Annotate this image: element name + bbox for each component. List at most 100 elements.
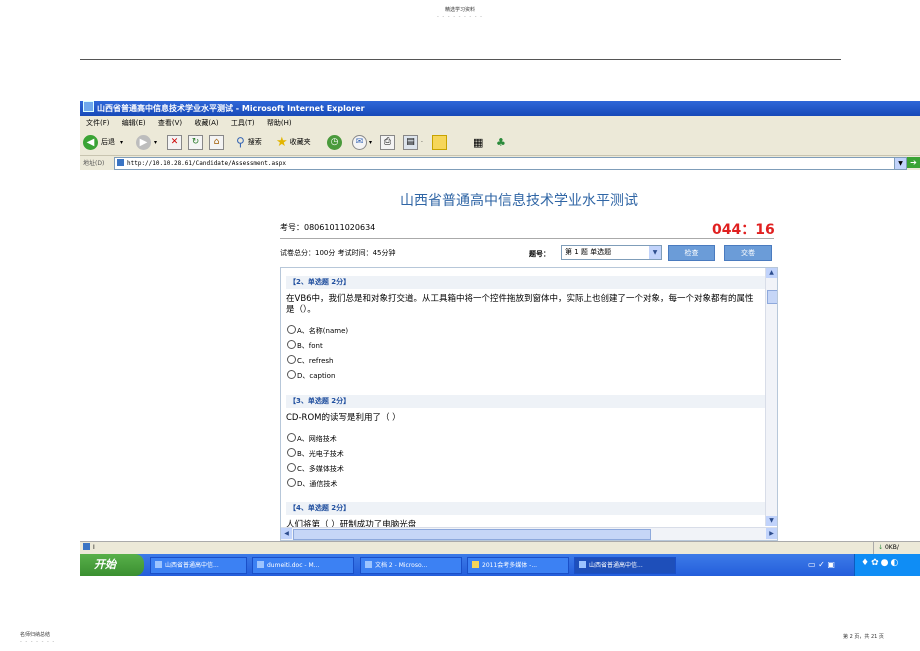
search-button[interactable]: ⚲ 搜索 xyxy=(236,134,262,150)
check-button[interactable]: 检查 xyxy=(668,245,715,261)
doc-header: 精选学习资料 - - - - - - - - - xyxy=(0,7,920,21)
refresh-icon: ↻ xyxy=(188,134,203,150)
home-button[interactable]: ⌂ xyxy=(209,134,224,150)
menu-help[interactable]: 帮助(H) xyxy=(267,119,292,127)
chevron-down-icon: ▼ xyxy=(898,160,903,167)
option-d[interactable]: D、通信技术 xyxy=(287,478,337,489)
radio-button[interactable] xyxy=(287,463,296,472)
forward-dropdown-icon[interactable]: ▾ xyxy=(154,139,157,146)
taskbar-label: 山西省普通高中信... xyxy=(589,562,643,569)
edit-dropdown-icon[interactable]: · xyxy=(421,139,423,146)
option-d[interactable]: D、caption xyxy=(287,370,335,381)
option-b[interactable]: B、font xyxy=(287,340,323,351)
question-header: 【2、单选题 2分】 xyxy=(286,276,767,289)
submit-button[interactable]: 交卷 xyxy=(724,245,772,261)
option-label: A、名称(name) xyxy=(297,327,349,335)
option-a[interactable]: A、名称(name) xyxy=(287,325,348,336)
quicklaunch-icons[interactable]: ▭ ✓ ▣ xyxy=(808,560,835,569)
back-button[interactable]: ◀ 后退 ▾ xyxy=(83,134,123,150)
messenger-icon: ♣ xyxy=(496,135,506,149)
question-select[interactable]: 第 1 题 单选题 ▼ xyxy=(561,245,662,260)
exam-info: 试卷总分：100分 考试时间：45分钟 xyxy=(280,249,396,257)
question-panel: 【2、单选题 2分】 在VB6中，我们总是和对象打交道。从工具箱中将一个控件拖放… xyxy=(280,267,778,541)
option-b[interactable]: B、光电子技术 xyxy=(287,448,344,459)
menu-favorites[interactable]: 收藏(A) xyxy=(194,119,218,127)
favorites-button[interactable]: ★ 收藏夹 xyxy=(276,134,311,150)
stop-button[interactable]: ✕ xyxy=(167,134,182,150)
address-label: 地址(D) xyxy=(83,160,105,167)
messenger-button[interactable]: ♣ xyxy=(496,134,506,150)
folder-button[interactable] xyxy=(432,134,447,150)
taskbar-label: 2011会考多媒体 -... xyxy=(482,562,538,569)
radio-button[interactable] xyxy=(287,448,296,457)
folder-icon xyxy=(472,561,479,568)
option-c[interactable]: C、多媒体技术 xyxy=(287,463,344,474)
research-button[interactable]: ▦ xyxy=(473,134,483,150)
taskbar-item[interactable]: 文档 2 - Microso... xyxy=(360,557,462,574)
taskbar-item[interactable]: 山西省普通高中信... xyxy=(574,557,676,574)
mail-dropdown-icon[interactable]: ▾ xyxy=(369,139,372,146)
menu-file[interactable]: 文件(F) xyxy=(86,119,110,127)
radio-button[interactable] xyxy=(287,478,296,487)
radio-button[interactable] xyxy=(287,325,296,334)
ie-window: 山西省普通高中信息技术学业水平测试 - Microsoft Internet E… xyxy=(80,101,920,576)
radio-button[interactable] xyxy=(287,355,296,364)
forward-button[interactable]: ▶ ▾ xyxy=(136,134,157,150)
scroll-right-icon[interactable]: ▶ xyxy=(766,528,777,539)
radio-button[interactable] xyxy=(287,433,296,442)
edit-button[interactable]: ▤ · xyxy=(403,134,423,150)
taskbar-item[interactable]: dumeiti.doc - M... xyxy=(252,557,354,574)
question-text: CD-ROM的读写是利用了（ ） xyxy=(286,413,401,423)
option-a[interactable]: A、网络技术 xyxy=(287,433,337,444)
ie-icon xyxy=(579,561,586,568)
address-input[interactable]: http://10.10.28.61/Candidate/Assessment.… xyxy=(114,157,895,170)
radio-button[interactable] xyxy=(287,370,296,379)
word-icon xyxy=(365,561,372,568)
forward-arrow-icon: ▶ xyxy=(136,134,151,150)
menu-edit[interactable]: 编辑(E) xyxy=(122,119,146,127)
status-text: Ⅰ xyxy=(93,544,95,551)
countdown-timer: 044：16 xyxy=(712,222,775,238)
taskbar-label: 山西省普通高中信... xyxy=(165,562,219,569)
taskbar-item[interactable]: 山西省普通高中信... xyxy=(150,557,247,574)
menu-tools[interactable]: 工具(T) xyxy=(231,119,255,127)
window-title: 山西省普通高中信息技术学业水平测试 - Microsoft Internet E… xyxy=(97,104,365,113)
back-arrow-icon: ◀ xyxy=(83,134,98,150)
page-content: 山西省普通高中信息技术学业水平测试 考号：08061011020634 044：… xyxy=(80,170,920,541)
mail-icon: ✉ xyxy=(352,134,367,150)
research-icon: ▦ xyxy=(473,135,484,149)
start-button[interactable]: 开始 xyxy=(80,554,144,576)
taskbar-label: 文档 2 - Microso... xyxy=(375,562,428,569)
tray-icons[interactable]: ♦✿●◐ xyxy=(861,558,900,568)
mail-button[interactable]: ✉ ▾ xyxy=(352,134,372,150)
search-label: 搜索 xyxy=(247,138,262,146)
question-number-label: 题号： xyxy=(529,250,550,258)
print-button[interactable]: ⎙ xyxy=(380,134,395,150)
taskbar-item[interactable]: 2011会考多媒体 -... xyxy=(467,557,569,574)
history-button[interactable]: ◷ xyxy=(327,134,342,150)
refresh-button[interactable]: ↻ xyxy=(188,134,203,150)
ie-icon xyxy=(83,101,94,112)
window-titlebar[interactable]: 山西省普通高中信息技术学业水平测试 - Microsoft Internet E… xyxy=(80,101,920,116)
go-button[interactable]: ➔ xyxy=(907,157,920,168)
vertical-scrollbar[interactable]: ▲ ▼ xyxy=(765,268,777,526)
horizontal-scrollbar[interactable]: ◀ ▶ xyxy=(281,527,777,540)
page-icon xyxy=(83,543,90,550)
address-dropdown[interactable]: ▼ xyxy=(894,157,907,170)
question-header: 【4、单选题 2分】 xyxy=(286,502,767,515)
page-icon xyxy=(117,159,124,166)
option-c[interactable]: C、refresh xyxy=(287,355,334,366)
start-label: 开始 xyxy=(94,558,116,571)
scroll-down-icon[interactable]: ▼ xyxy=(766,516,777,526)
back-dropdown-icon[interactable]: ▾ xyxy=(120,139,123,146)
scroll-thumb[interactable] xyxy=(293,529,651,540)
scroll-up-icon[interactable]: ▲ xyxy=(766,268,777,278)
scroll-left-icon[interactable]: ◀ xyxy=(281,528,292,539)
page-number: 第 2 页，共 21 页 xyxy=(843,634,884,640)
radio-button[interactable] xyxy=(287,340,296,349)
scroll-thumb[interactable] xyxy=(767,290,777,304)
menu-view[interactable]: 查看(V) xyxy=(158,119,182,127)
download-icon: ↓ xyxy=(878,544,884,551)
chevron-down-icon[interactable]: ▼ xyxy=(649,246,661,259)
option-label: D、caption xyxy=(297,372,336,380)
